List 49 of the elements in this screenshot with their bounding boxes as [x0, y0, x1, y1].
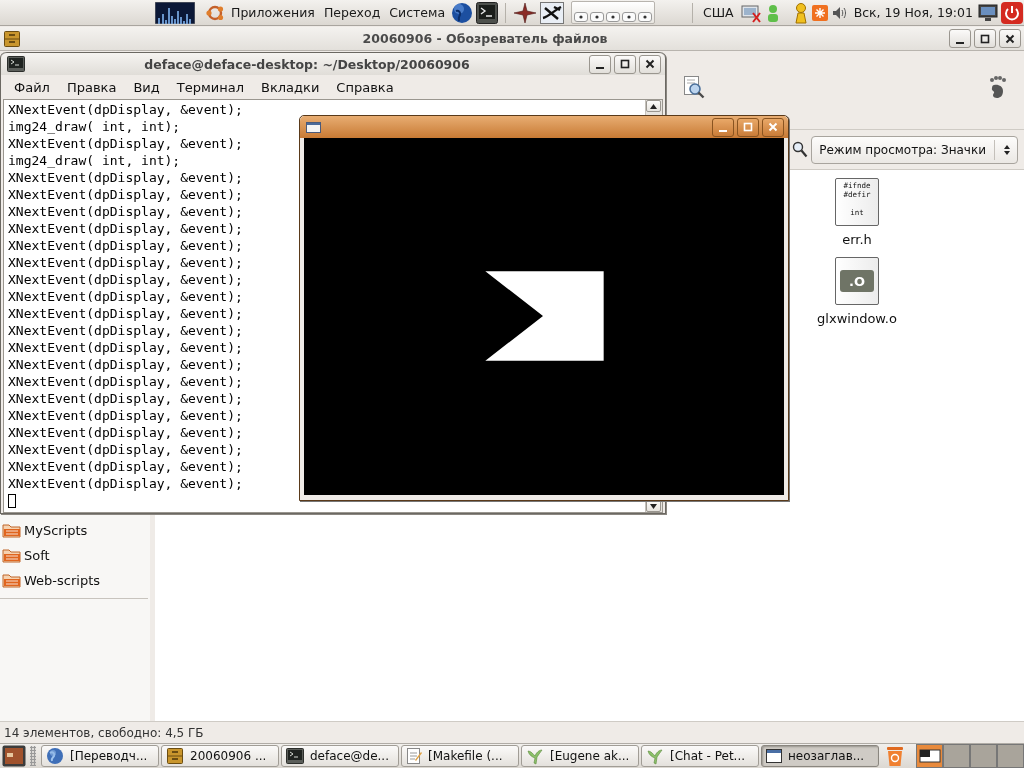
sidebar-item[interactable]: MyScripts — [0, 518, 150, 543]
terminal-line: XNextEvent(dpDisplay, &event); — [8, 339, 243, 356]
terminal-line: XNextEvent(dpDisplay, &event); — [8, 237, 243, 254]
task-button[interactable]: неозаглав... — [761, 745, 879, 767]
terminal-line: XNextEvent(dpDisplay, &event); — [8, 407, 243, 424]
sidebar-item[interactable]: Web-scripts — [0, 568, 150, 593]
task-button[interactable]: [Chat - Pet... — [641, 745, 759, 767]
task-button[interactable]: [Переводч... — [41, 745, 159, 767]
clock[interactable]: Вск, 19 Ноя, 19:01 — [851, 5, 975, 20]
terminal-line: XNextEvent(dpDisplay, &event); — [8, 356, 243, 373]
terminal-line: XNextEvent(dpDisplay, &event); — [8, 390, 243, 407]
menu-item[interactable]: Переход — [320, 5, 384, 20]
menu-item[interactable]: Терминал — [168, 79, 252, 95]
menu-item[interactable]: Приложения — [228, 5, 318, 20]
terminal-line: XNextEvent(dpDisplay, &event); — [8, 135, 243, 152]
menu-item[interactable]: Справка — [328, 79, 402, 95]
window-title: 20060906 - Обозреватель файлов — [361, 31, 609, 46]
menu-item[interactable]: Правка — [58, 79, 125, 95]
menu-item[interactable]: Вкладки — [253, 79, 328, 95]
terminal-line: XNextEvent(dpDisplay, &event); — [8, 101, 243, 118]
task-button[interactable]: [Makefile (... — [401, 745, 519, 767]
terminal-line: XNextEvent(dpDisplay, &event); — [8, 254, 243, 271]
terminal-line: XNextEvent(dpDisplay, &event); — [8, 169, 243, 186]
task-button[interactable]: [Eugene ak... — [521, 745, 639, 767]
puzzle-file-icon: .O — [835, 257, 879, 305]
terminal-line: img24_draw( int, int); — [8, 152, 181, 169]
menu-item[interactable]: Файл — [6, 79, 58, 95]
file-item[interactable]: .O glxwindow.o — [817, 257, 897, 326]
keyboard-layout[interactable]: США — [699, 5, 737, 20]
terminal-line: XNextEvent(dpDisplay, &event); — [8, 203, 243, 220]
window-title: deface@deface-desktop: ~/Desktop/20060906 — [143, 56, 471, 72]
menu-item[interactable]: Вид — [125, 79, 168, 95]
task-button[interactable]: deface@de... — [281, 745, 399, 767]
terminal-line: XNextEvent(dpDisplay, &event); — [8, 322, 243, 339]
terminal-line: XNextEvent(dpDisplay, &event); — [8, 458, 243, 475]
terminal-line: XNextEvent(dpDisplay, &event); — [8, 186, 243, 203]
terminal-line: XNextEvent(dpDisplay, &event); — [8, 288, 243, 305]
terminal-line: XNextEvent(dpDisplay, &event); — [8, 271, 243, 288]
terminal-line: XNextEvent(dpDisplay, &event); — [8, 441, 243, 458]
terminal-line: XNextEvent(dpDisplay, &event); — [8, 475, 243, 492]
terminal-line: img24_draw( int, int); — [8, 118, 181, 135]
menu-item[interactable]: Система — [386, 5, 449, 20]
terminal-line: XNextEvent(dpDisplay, &event); — [8, 373, 243, 390]
view-mode-dropdown[interactable]: Режим просмотра: Значки — [811, 135, 1018, 164]
terminal-line: XNextEvent(dpDisplay, &event); — [8, 305, 243, 322]
terminal-line: XNextEvent(dpDisplay, &event); — [8, 424, 243, 441]
task-button[interactable]: 20060906 ... — [161, 745, 279, 767]
terminal-line: XNextEvent(dpDisplay, &event); — [8, 220, 243, 237]
sidebar-item[interactable]: Soft — [0, 543, 150, 568]
